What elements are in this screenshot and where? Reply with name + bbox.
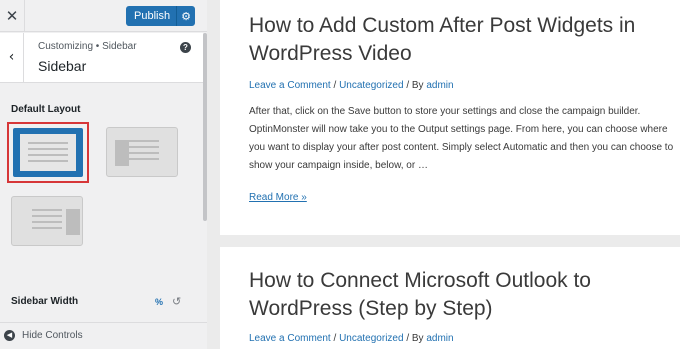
sidebar-block (115, 140, 129, 166)
post-title[interactable]: How to Connect Microsoft Outlook to Word… (249, 267, 669, 323)
comment-link[interactable]: Leave a Comment (249, 80, 331, 91)
customizer-footer: ◀ Hide Controls (0, 322, 207, 349)
content-lines (28, 142, 68, 166)
category-link[interactable]: Uncategorized (339, 333, 403, 344)
help-icon[interactable]: ? (180, 42, 191, 53)
section-title: Sidebar (38, 58, 87, 74)
toolbar-divider (24, 0, 25, 32)
sidebar-block (66, 209, 80, 235)
read-more-link[interactable]: Read More » (249, 192, 307, 203)
publish-label: Publish (134, 10, 171, 22)
post-meta: Leave a Comment / Uncategorized / By adm… (249, 80, 454, 91)
layout-option-no-sidebar[interactable] (7, 122, 89, 183)
meta-separator: / (330, 333, 340, 344)
unit-toggle-button[interactable]: % (155, 297, 163, 307)
sidebar-width-label: Sidebar Width (11, 296, 79, 307)
content-lines (32, 209, 62, 233)
reset-icon[interactable]: ↺ (172, 295, 181, 308)
layout-thumb-no-sidebar (13, 128, 83, 177)
site-preview: How to Add Custom After Post Widgets in … (207, 0, 680, 349)
default-layout-label: Default Layout (11, 104, 81, 115)
category-link[interactable]: Uncategorized (339, 80, 403, 91)
content-lines (129, 140, 159, 164)
section-header: ‹ Customizing • Sidebar Sidebar ? (0, 33, 203, 83)
content-area (20, 134, 76, 171)
meta-separator: / (330, 80, 340, 91)
author-link[interactable]: admin (426, 80, 453, 91)
meta-by: / By (403, 80, 427, 91)
author-link[interactable]: admin (426, 333, 453, 344)
layout-option-left-sidebar[interactable] (11, 196, 83, 246)
publish-button[interactable]: Publish ⚙ (126, 6, 195, 26)
post-title[interactable]: How to Add Custom After Post Widgets in … (249, 12, 669, 68)
meta-by: / By (403, 333, 427, 344)
gear-icon[interactable]: ⚙ (176, 6, 195, 26)
chevron-left-icon[interactable]: ‹ (0, 33, 24, 83)
comment-link[interactable]: Leave a Comment (249, 333, 331, 344)
breadcrumb: Customizing • Sidebar (38, 41, 137, 52)
post-excerpt: After that, click on the Save button to … (249, 106, 674, 171)
customizer-panel: ✕ Publish ⚙ ‹ Customizing • Sidebar Side… (0, 0, 207, 349)
customizer-toolbar: ✕ Publish ⚙ (0, 0, 207, 32)
post-article: How to Connect Microsoft Outlook to Word… (220, 247, 680, 349)
close-icon[interactable]: ✕ (0, 0, 24, 32)
post-article: How to Add Custom After Post Widgets in … (220, 0, 680, 235)
post-meta: Leave a Comment / Uncategorized / By adm… (249, 333, 454, 344)
collapse-icon[interactable]: ◀ (4, 330, 15, 341)
layout-option-right-sidebar[interactable] (106, 127, 178, 177)
hide-controls-button[interactable]: Hide Controls (22, 330, 83, 341)
